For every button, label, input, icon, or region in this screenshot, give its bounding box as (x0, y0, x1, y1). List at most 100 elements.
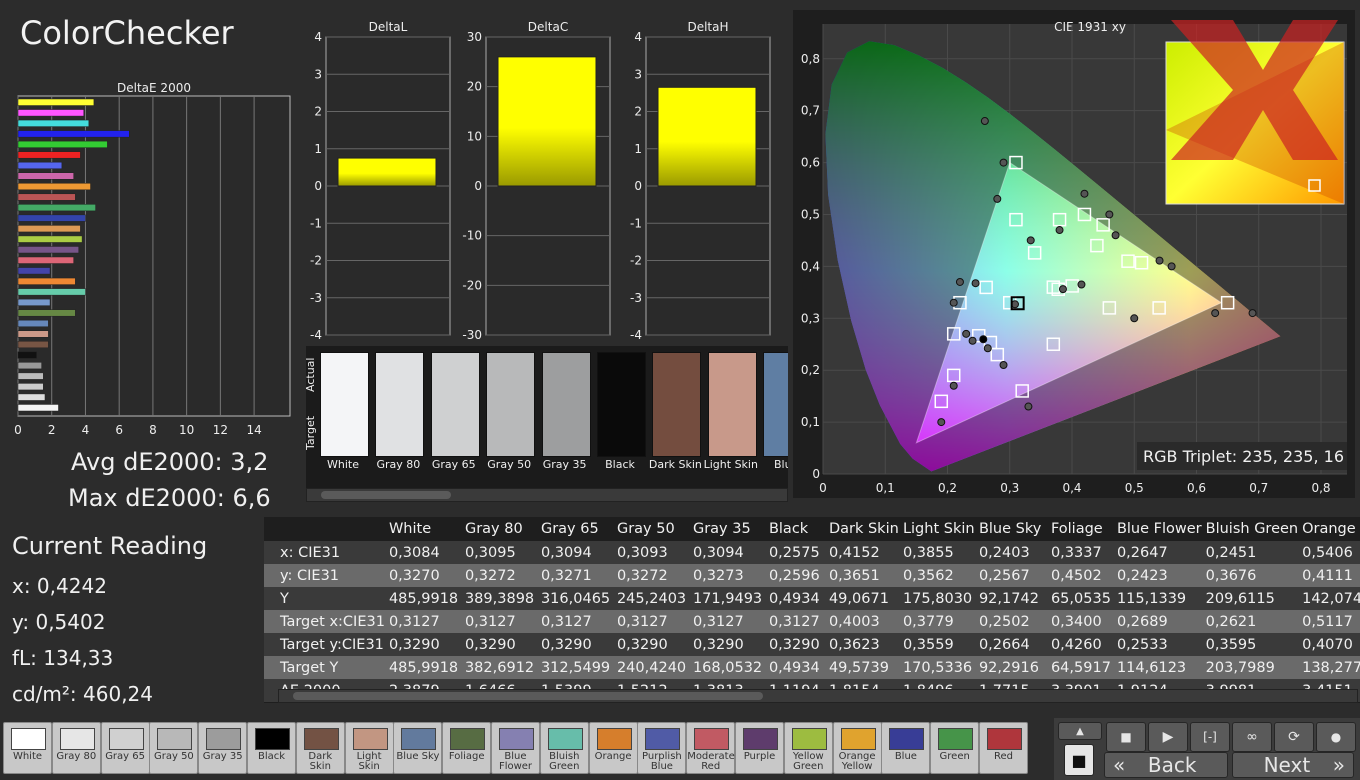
patch-button-red[interactable]: Red (979, 722, 1028, 774)
patch-button-purple[interactable]: Purple (735, 722, 784, 774)
patch-label: Yellow Green (792, 751, 824, 772)
up-arrow-button[interactable]: ▲ (1058, 722, 1102, 740)
deltae-bar (17, 235, 83, 243)
patch-button-white[interactable]: White (3, 722, 52, 774)
cie-measured-point (1167, 262, 1176, 271)
table-header: Blue Sky (978, 521, 1042, 537)
patch-color-chip (743, 728, 778, 750)
swatch-white (320, 352, 369, 457)
patch-label: Black (257, 751, 286, 762)
patch-label: Dark Skin (308, 751, 333, 772)
deltae-bar (17, 256, 74, 264)
table-cell: 0,3127 (388, 613, 440, 630)
deltae-bar (17, 319, 49, 327)
table-cell: 92,2916 (978, 659, 1039, 676)
deltae-bar (17, 298, 51, 306)
refresh-icon[interactable]: ⟳ (1274, 722, 1314, 752)
patch-button-orange[interactable]: Orange (588, 722, 638, 774)
patch-button-black[interactable]: Black (247, 722, 296, 774)
patch-button-bluish-green[interactable]: Bluish Green (539, 722, 589, 774)
patch-button-orange-yellow[interactable]: Orange Yellow (832, 722, 882, 774)
back-button[interactable]: « Back (1104, 752, 1228, 778)
delta-chart-title: DeltaL (369, 20, 408, 34)
table-cell: 49,0671 (828, 590, 889, 607)
delta-ytick: 10 (467, 129, 482, 143)
patch-button-gray-50[interactable]: Gray 50 (149, 722, 199, 774)
table-cell: 0,3127 (540, 613, 592, 630)
table-cell: 316,0465 (540, 590, 611, 607)
delta-ytick: 4 (314, 30, 322, 44)
patch-button-light-skin[interactable]: Light Skin (344, 722, 394, 774)
cie-measured-point (1080, 189, 1089, 198)
table-cell: 49,5739 (828, 659, 889, 676)
stop-square-button[interactable]: ■ (1064, 744, 1094, 776)
patch-color-chip (547, 728, 583, 750)
swatch-label: Black (605, 458, 635, 471)
table-cell: 0,3271 (540, 567, 592, 584)
patch-label: Moderate Red (687, 751, 735, 772)
table-scroll-thumb[interactable] (293, 692, 763, 700)
table-header (264, 517, 385, 541)
table-cell: 0,2647 (1116, 544, 1168, 561)
next-button[interactable]: Next » (1232, 752, 1354, 778)
deltae-bar (17, 393, 46, 401)
patch-button-blue-flower[interactable]: Blue Flower (491, 722, 540, 774)
deltae-bar (17, 383, 44, 391)
patch-color-chip (303, 728, 339, 750)
patch-button-moderate-red[interactable]: Moderate Red (686, 722, 736, 774)
swatch-label: Blue (774, 458, 788, 471)
patch-button-blue-sky[interactable]: Blue Sky (393, 722, 443, 774)
patch-button-blue[interactable]: Blue (881, 722, 931, 774)
patch-color-chip (108, 728, 144, 750)
swatch-blue (763, 352, 788, 457)
swatch-label: Gray 80 (376, 458, 421, 471)
swatch-light-skin (707, 352, 757, 457)
table-cell: 170,5336 (902, 659, 973, 676)
cie-xtick: 0 (819, 481, 827, 495)
table-cell: 0,3290 (692, 636, 744, 653)
next-label: Next (1263, 753, 1311, 777)
loop-icon[interactable]: ∞ (1232, 722, 1272, 752)
swatch-scrollbar[interactable] (306, 488, 788, 502)
patch-button-gray-35[interactable]: Gray 35 (198, 722, 248, 774)
table-cell: 171,9493 (692, 590, 763, 607)
table-scrollbar[interactable] (278, 689, 1358, 703)
patch-color-chip (840, 728, 876, 750)
cie-measured-point (979, 335, 988, 344)
cie-chart-frame: CIE 1931 xy 0 0,1 0,2 0,3 0,4 0,5 0,6 0,7 0,8 0,8… (793, 10, 1355, 498)
patch-button-yellow-green[interactable]: Yellow Green (783, 722, 833, 774)
swatch-comparison-panel: Actual Target White Gray 80 Gray 65 Gray 50… (306, 346, 788, 502)
deltae-bar (17, 404, 59, 412)
step-icon[interactable]: [-] (1190, 722, 1230, 752)
cie-xtick: 0,8 (1311, 481, 1330, 495)
table-cell: 0,3290 (464, 636, 516, 653)
patch-button-foliage[interactable]: Foliage (442, 722, 492, 774)
swatch-scroll-thumb[interactable] (321, 491, 451, 499)
patch-button-purplish-blue[interactable]: Purplish Blue (637, 722, 687, 774)
table-cell: 0,3337 (1050, 544, 1102, 561)
delta-bar (337, 157, 437, 187)
patch-button-green[interactable]: Green (930, 722, 980, 774)
stop-icon[interactable]: ■ (1106, 722, 1146, 752)
patch-button-gray-65[interactable]: Gray 65 (100, 722, 150, 774)
table-cell: 0,4070 (1302, 636, 1353, 653)
record-icon[interactable]: ● (1316, 722, 1356, 752)
cie-ytick: 0,5 (801, 207, 820, 221)
deltae-bar (17, 204, 96, 212)
table-cell: 0,2451 (1205, 544, 1257, 561)
deltae-bar (17, 183, 91, 191)
table-row: Y 485,9918 389,3898 316,0465 245,2403 171,949… (264, 587, 1360, 610)
table-cell: 0,2403 (978, 544, 1030, 561)
table-cell: 240,4240 (616, 659, 687, 676)
current-reading-heading: Current Reading (12, 532, 208, 560)
table-cell: 0,3595 (1205, 636, 1257, 653)
delta-ytick: 4 (634, 30, 642, 44)
table-cell: 138,2771 (1302, 659, 1360, 676)
deltae-bar (17, 267, 51, 275)
patch-button-gray-80[interactable]: Gray 80 (51, 722, 101, 774)
patch-button-dark-skin[interactable]: Dark Skin (295, 722, 345, 774)
patch-color-chip (11, 728, 46, 750)
table-cell: 0,5117 (1302, 613, 1353, 630)
play-icon[interactable]: ▶ (1148, 722, 1188, 752)
table-cell: 0,4934 (768, 590, 820, 607)
